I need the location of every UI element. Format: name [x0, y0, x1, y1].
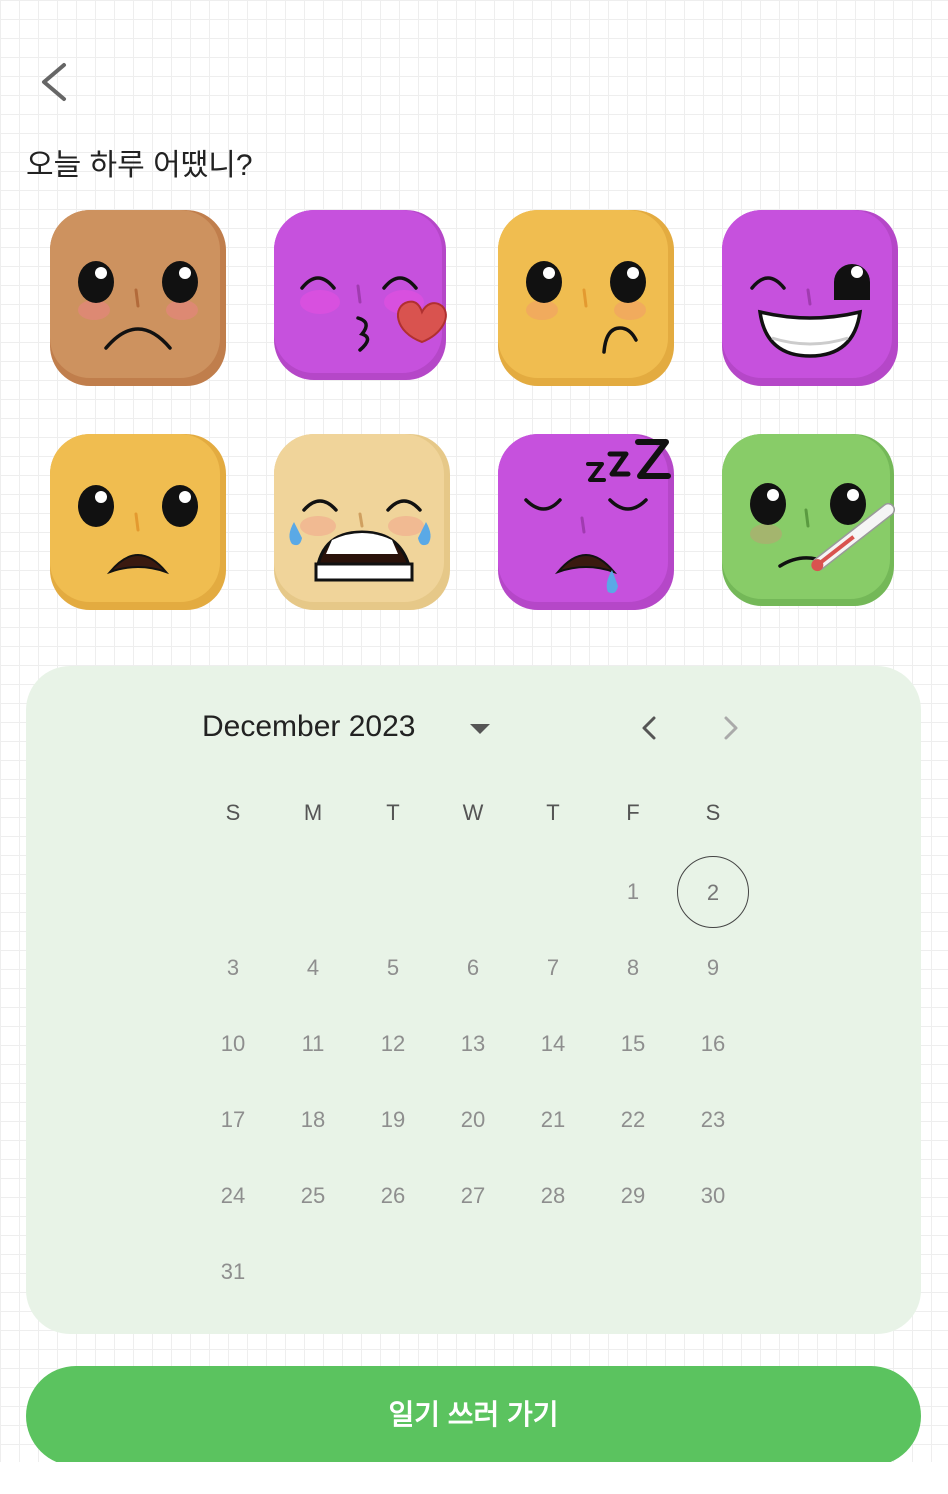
- calendar-day[interactable]: 20: [437, 1084, 509, 1156]
- weekday-label: F: [626, 800, 640, 825]
- mood-sick-button[interactable]: [722, 434, 898, 610]
- calendar-day-today[interactable]: 2: [677, 856, 749, 928]
- calendar-day[interactable]: 16: [677, 1008, 749, 1080]
- calendar-day[interactable]: 25: [277, 1160, 349, 1232]
- weekday-label: S: [225, 800, 241, 825]
- crying-face-icon: [274, 434, 450, 610]
- calendar-day[interactable]: 15: [597, 1008, 669, 1080]
- calendar-day[interactable]: 30: [677, 1160, 749, 1232]
- calendar-day[interactable]: 5: [357, 932, 429, 1004]
- calendar: December 2023 S M T W T F S 1 2 3 4 5 6 …: [26, 666, 921, 1334]
- page-title: 오늘 하루 어땠니?: [26, 149, 253, 182]
- sad-face-icon: [50, 210, 226, 386]
- calendar-day[interactable]: 27: [437, 1160, 509, 1232]
- calendar-day[interactable]: 26: [357, 1160, 429, 1232]
- calendar-day[interactable]: 18: [277, 1084, 349, 1156]
- calendar-day[interactable]: 29: [597, 1160, 669, 1232]
- chevron-right-icon[interactable]: [714, 710, 746, 746]
- weekday-label: W: [462, 800, 484, 825]
- mood-confused-button[interactable]: [498, 210, 674, 386]
- sick-face-icon: [722, 434, 895, 606]
- calendar-day[interactable]: 6: [437, 932, 509, 1004]
- mood-crying-button[interactable]: [274, 434, 450, 610]
- calendar-day[interactable]: 10: [197, 1008, 269, 1080]
- calendar-day[interactable]: 21: [517, 1084, 589, 1156]
- mood-sleepy-button[interactable]: [498, 434, 674, 610]
- month-label[interactable]: December 2023: [202, 710, 415, 744]
- calendar-day[interactable]: 22: [597, 1084, 669, 1156]
- mood-wink-button[interactable]: [722, 210, 898, 386]
- calendar-day[interactable]: 1: [597, 856, 669, 928]
- worried-face-icon: [50, 434, 226, 610]
- sleepy-face-icon: [498, 434, 674, 610]
- mood-sad-button[interactable]: [50, 210, 226, 386]
- back-button[interactable]: [30, 55, 80, 110]
- weekday-label: S: [705, 800, 721, 825]
- calendar-day[interactable]: 4: [277, 932, 349, 1004]
- wink-face-icon: [722, 210, 898, 386]
- weekday-label: T: [386, 800, 400, 825]
- bottom-edge: [0, 1462, 948, 1494]
- chevron-left-icon[interactable]: [634, 710, 666, 746]
- calendar-day[interactable]: 17: [197, 1084, 269, 1156]
- calendar-day[interactable]: 3: [197, 932, 269, 1004]
- calendar-day[interactable]: 9: [677, 932, 749, 1004]
- kiss-face-icon: [274, 210, 447, 380]
- calendar-day[interactable]: 8: [597, 932, 669, 1004]
- confused-face-icon: [498, 210, 674, 386]
- chevron-left-icon: [42, 63, 66, 101]
- calendar-day[interactable]: 19: [357, 1084, 429, 1156]
- mood-worried-button[interactable]: [50, 434, 226, 610]
- caret-down-icon[interactable]: [466, 716, 494, 740]
- weekday-label: T: [546, 800, 560, 825]
- calendar-day[interactable]: 24: [197, 1160, 269, 1232]
- calendar-day[interactable]: 11: [277, 1008, 349, 1080]
- weekday-label: M: [303, 800, 323, 825]
- mood-kiss-button[interactable]: [274, 210, 450, 386]
- calendar-day[interactable]: 13: [437, 1008, 509, 1080]
- calendar-day[interactable]: 31: [197, 1236, 269, 1308]
- calendar-day[interactable]: 12: [357, 1008, 429, 1080]
- write-diary-button[interactable]: 일기 쓰러 가기: [26, 1366, 921, 1466]
- calendar-day[interactable]: 14: [517, 1008, 589, 1080]
- calendar-day[interactable]: 28: [517, 1160, 589, 1232]
- calendar-day[interactable]: 7: [517, 932, 589, 1004]
- calendar-day[interactable]: 23: [677, 1084, 749, 1156]
